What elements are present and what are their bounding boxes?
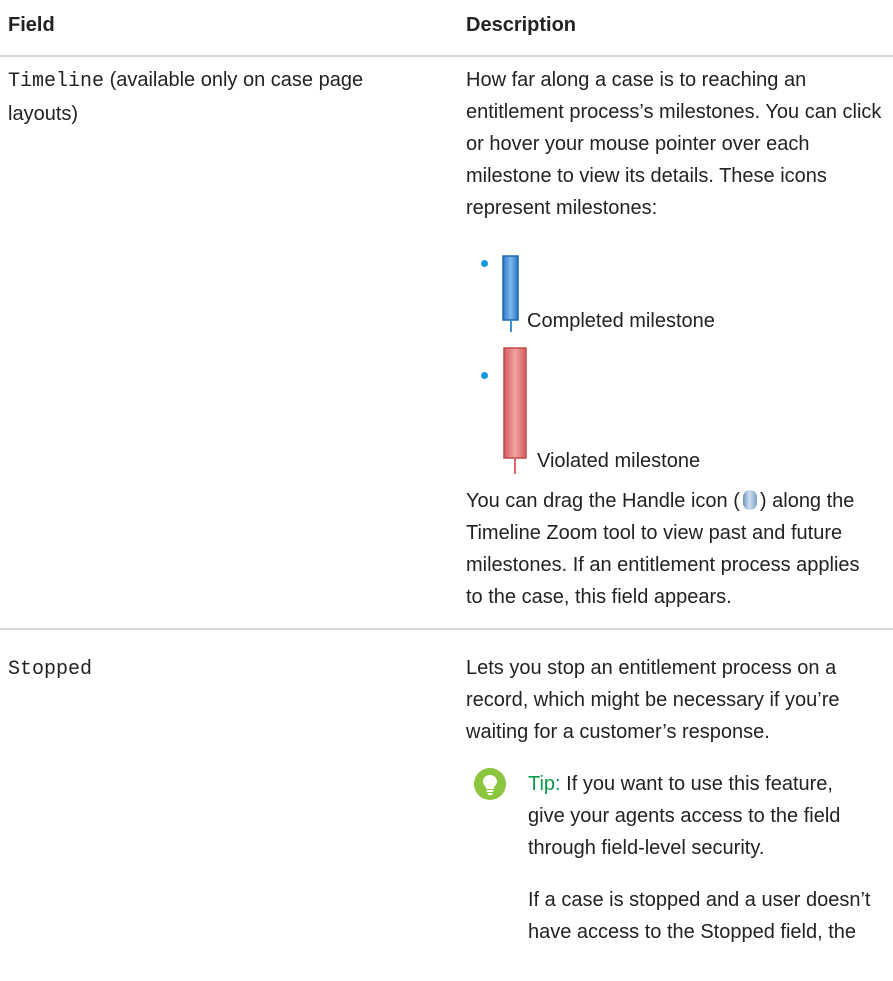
desc-line: record, which might be necessary if you’… xyxy=(466,689,840,711)
tip-block: Tip: If you want to use this feature, gi… xyxy=(528,768,893,864)
desc-line: Timeline Zoom tool to view past and futu… xyxy=(466,522,843,544)
tip-line: have access to the Stopped field, the xyxy=(528,921,856,943)
desc-line: or hover your mouse pointer over each xyxy=(466,133,810,155)
header-description: Description xyxy=(466,14,577,36)
desc-line: to the case, this field appears. xyxy=(466,586,732,608)
desc-line: entitlement process’s milestones. You ca… xyxy=(466,101,882,123)
desc-line: represent milestones: xyxy=(466,197,658,219)
bullet-dot-icon xyxy=(481,260,488,267)
desc-line-handle: You can drag the Handle icon ( ) along th… xyxy=(466,485,893,517)
violated-milestone-icon xyxy=(503,347,527,474)
row-divider xyxy=(0,628,893,630)
tip-line: If a case is stopped and a user doesn’t xyxy=(528,889,871,911)
desc-line-text: You can drag the Handle icon ( xyxy=(466,490,740,512)
desc-stopped: Lets you stop an entitlement process on … xyxy=(466,652,893,748)
document-page: Field Description Timeline (available on… xyxy=(0,0,893,981)
field-stopped: Stopped xyxy=(8,652,428,686)
tip-text: If you want to use this feature, xyxy=(560,773,833,795)
tip-line: give your agents access to the field xyxy=(528,805,841,827)
header-field: Field xyxy=(8,14,55,36)
tip-label: Tip: xyxy=(528,773,561,795)
handle-icon xyxy=(742,490,757,510)
tip-line-1: Tip: If you want to use this feature, xyxy=(528,768,893,800)
desc-line-text: ) along the xyxy=(759,490,855,512)
lightbulb-icon xyxy=(474,768,506,800)
desc-line: milestones. If an entitlement process ap… xyxy=(466,554,860,576)
field-code-timeline: Timeline xyxy=(8,70,105,93)
desc-line: waiting for a customer’s response. xyxy=(466,721,770,743)
desc-line: milestone to view its details. These ico… xyxy=(466,165,827,187)
tip-more-block: If a case is stopped and a user doesn’t … xyxy=(528,884,893,948)
bullet-dot-icon xyxy=(481,372,488,379)
completed-milestone-icon xyxy=(502,255,519,332)
table-header: Field Description xyxy=(0,0,893,57)
desc-line: Lets you stop an entitlement process on … xyxy=(466,657,837,679)
desc-timeline-after: You can drag the Handle icon ( ) along th… xyxy=(466,485,893,613)
desc-timeline: How far along a case is to reaching an e… xyxy=(466,64,893,224)
completed-milestone-label: Completed milestone xyxy=(527,310,715,332)
field-code-stopped: Stopped xyxy=(8,658,93,681)
field-timeline: Timeline (available only on case page la… xyxy=(8,64,428,130)
desc-line: How far along a case is to reaching an xyxy=(466,69,807,91)
tip-line: through field-level security. xyxy=(528,837,765,859)
violated-milestone-label: Violated milestone xyxy=(537,450,701,472)
